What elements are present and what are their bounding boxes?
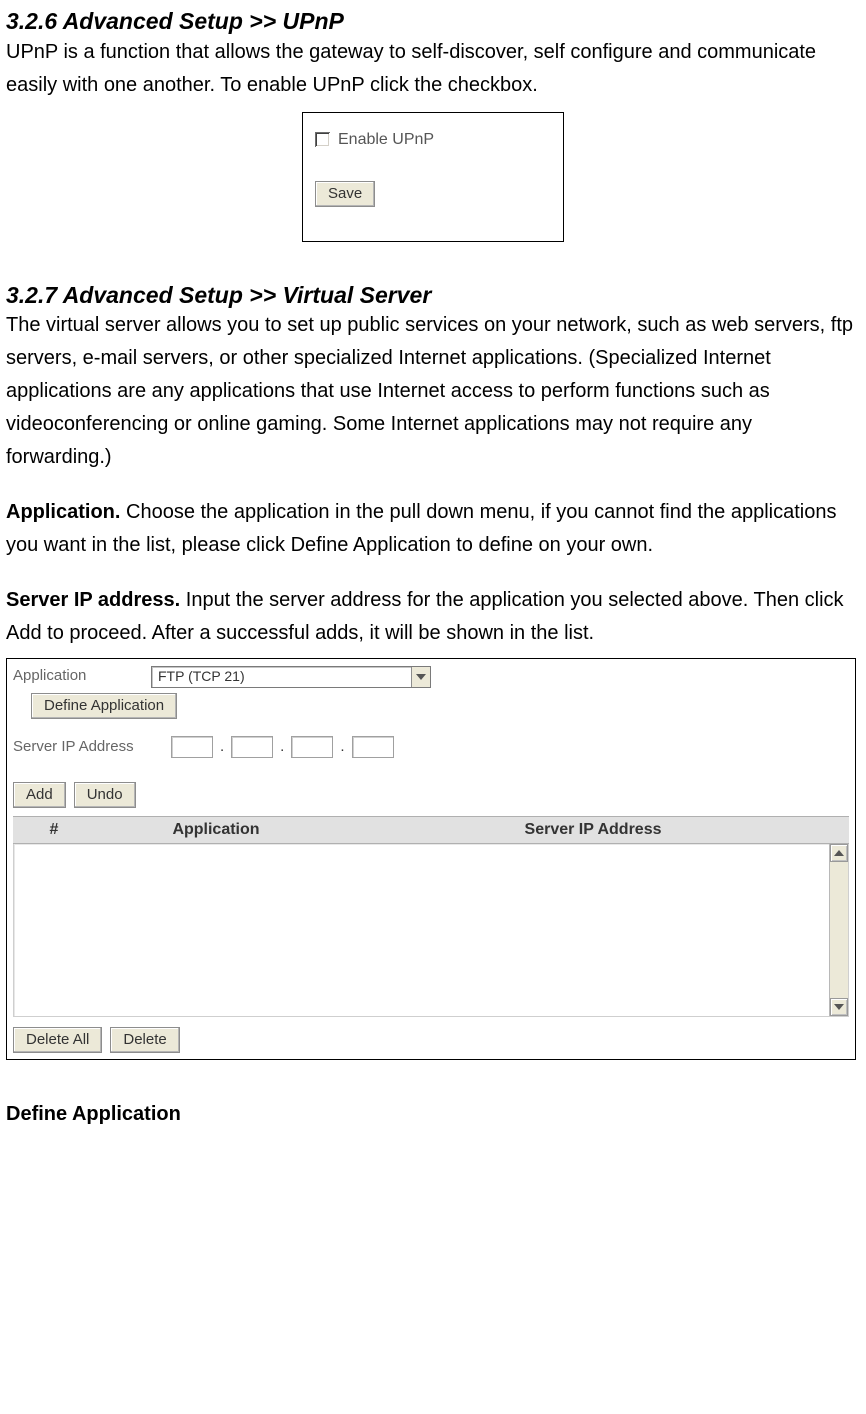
server-ip-field-label: Server IP Address xyxy=(13,735,165,760)
application-label: Application. xyxy=(6,501,120,523)
delete-all-button[interactable]: Delete All xyxy=(13,1027,102,1053)
col-header-server-ip: Server IP Address xyxy=(337,817,849,843)
define-application-heading: Define Application xyxy=(6,1098,860,1131)
enable-upnp-label: Enable UPnP xyxy=(338,127,434,153)
ip-octet-2-input[interactable] xyxy=(231,736,273,758)
scroll-up-icon[interactable] xyxy=(830,844,848,862)
undo-button[interactable]: Undo xyxy=(74,782,136,808)
server-ip-label: Server IP address. xyxy=(6,589,180,611)
application-select[interactable]: FTP (TCP 21) xyxy=(151,666,431,688)
section-heading-virtual-server: 3.2.7 Advanced Setup >> Virtual Server xyxy=(6,282,860,310)
scroll-down-icon[interactable] xyxy=(830,998,848,1016)
section-heading-upnp: 3.2.6 Advanced Setup >> UPnP xyxy=(6,8,860,36)
vs-list-body[interactable] xyxy=(14,844,829,1016)
ip-octet-1-input[interactable] xyxy=(171,736,213,758)
define-application-button[interactable]: Define Application xyxy=(31,693,177,719)
delete-button[interactable]: Delete xyxy=(110,1027,179,1053)
vs-table-header: # Application Server IP Address xyxy=(13,816,849,844)
server-ip-paragraph: Server IP address. Input the server addr… xyxy=(6,584,860,650)
ip-octet-3-input[interactable] xyxy=(291,736,333,758)
application-field-label: Application xyxy=(13,664,143,689)
vertical-scrollbar[interactable] xyxy=(829,844,848,1016)
application-paragraph: Application. Choose the application in t… xyxy=(6,496,860,562)
upnp-description-text: UPnP is a function that allows the gatew… xyxy=(6,36,860,102)
enable-upnp-checkbox[interactable] xyxy=(315,132,330,147)
dropdown-arrow-icon[interactable] xyxy=(411,667,430,687)
add-button[interactable]: Add xyxy=(13,782,66,808)
col-header-number: # xyxy=(13,817,96,843)
application-select-value: FTP (TCP 21) xyxy=(158,665,245,688)
ip-octet-4-input[interactable] xyxy=(352,736,394,758)
vs-description-text: The virtual server allows you to set up … xyxy=(6,309,860,474)
vs-list-area xyxy=(13,844,849,1017)
virtual-server-figure: Application FTP (TCP 21) Define Applicat… xyxy=(6,658,856,1060)
save-button[interactable]: Save xyxy=(315,181,375,207)
application-text: Choose the application in the pull down … xyxy=(6,501,836,556)
col-header-application: Application xyxy=(96,817,337,843)
upnp-figure: Enable UPnP Save xyxy=(302,112,564,242)
